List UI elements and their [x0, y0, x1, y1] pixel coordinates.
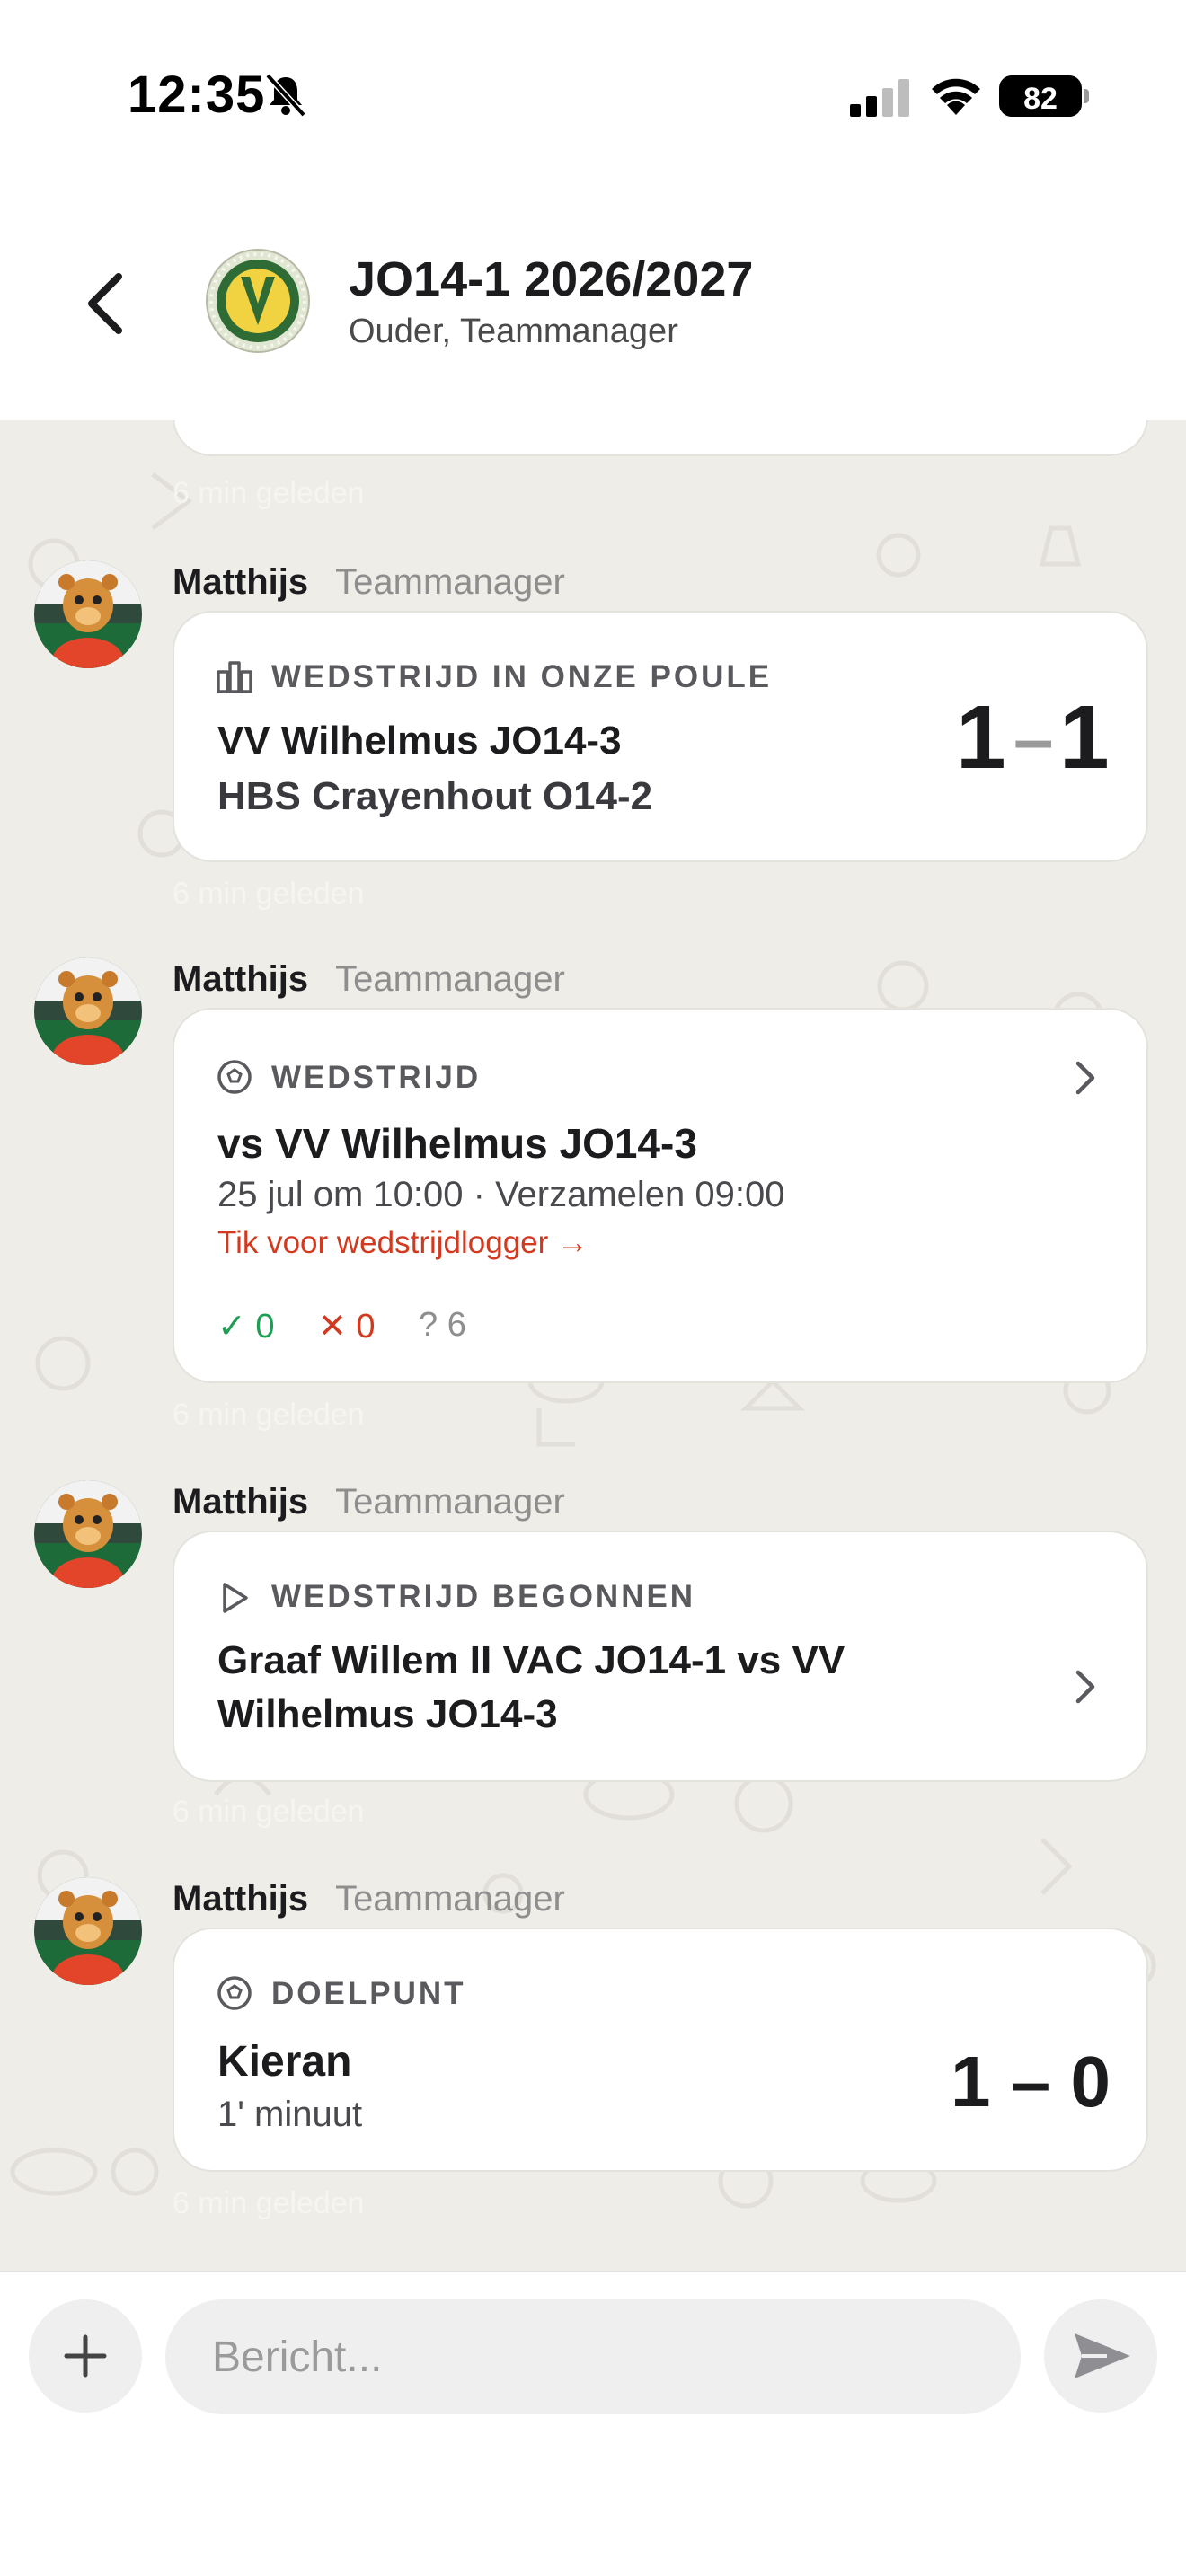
match-datetime: 25 jul om 10:00 · Verzamelen 09:00: [217, 1175, 785, 1214]
plus-icon: [64, 2334, 107, 2378]
team-title: JO14-1 2026/2027: [349, 252, 754, 306]
previous-message-card[interactable]: [173, 420, 1148, 456]
home-team: VV Wilhelmus JO14-3: [217, 719, 622, 763]
match-title: vs VV Wilhelmus JO14-3: [217, 1120, 697, 1167]
message-sender: Matthijs Teammanager: [173, 1879, 565, 1919]
add-attachment-button[interactable]: [29, 2299, 142, 2413]
chat-header: JO14-1 2026/2027 Ouder, Teammanager: [0, 180, 1186, 420]
goal-card[interactable]: DOELPUNT Kieran 1' minuut 1 – 0: [173, 1928, 1148, 2172]
match-title-line2: Wilhelmus JO14-3: [217, 1692, 558, 1736]
team-logo: [206, 249, 310, 353]
mascot-avatar-icon: [34, 560, 142, 668]
score-home: 1: [956, 687, 1006, 788]
soccer-ball-icon: [217, 1060, 252, 1094]
message-time: 6 min geleden: [173, 1795, 365, 1829]
match-title-line1: Graaf Willem II VAC JO14-1 vs VV: [217, 1638, 845, 1682]
sender-name: Matthijs: [173, 562, 309, 602]
chevron-right-icon[interactable]: [1073, 1667, 1098, 1707]
avatar[interactable]: [34, 560, 142, 668]
battery-cap: [1084, 89, 1089, 103]
away-team: HBS Crayenhout O14-2: [217, 774, 653, 818]
battery-indicator: 82: [999, 75, 1082, 117]
sender-role: Teammanager: [335, 1482, 565, 1522]
sender-role: Teammanager: [335, 959, 565, 999]
poule-match-card[interactable]: WEDSTRIJD IN ONZE POULE VV Wilhelmus JO1…: [173, 611, 1148, 862]
cellular-signal-icon: [850, 79, 909, 117]
goal-score: 1 – 0: [951, 2042, 1111, 2122]
card-type-label: DOELPUNT: [271, 1976, 466, 2011]
rsvp-maybe-count: ? 6: [419, 1306, 466, 1344]
sender-name: Matthijs: [173, 1879, 309, 1919]
soccer-ball-icon: [217, 1976, 252, 2010]
rsvp-yes-count: ✓ 0: [217, 1308, 275, 1345]
team-role: Ouder, Teammanager: [349, 313, 678, 350]
message-input[interactable]: [165, 2299, 1021, 2414]
card-type-label: WEDSTRIJD IN ONZE POULE: [271, 659, 773, 694]
message-sender: Matthijs Teammanager: [173, 1482, 565, 1522]
message-time: 6 min geleden: [173, 476, 365, 510]
send-icon: [1075, 2333, 1130, 2378]
send-button[interactable]: [1044, 2299, 1157, 2413]
mascot-avatar-icon: [34, 957, 142, 1065]
sender-role: Teammanager: [335, 1879, 565, 1919]
mascot-avatar-icon: [34, 1877, 142, 1985]
wifi-icon: [932, 78, 980, 115]
avatar[interactable]: [34, 1877, 142, 1985]
status-time: 12:35: [128, 66, 266, 124]
score-separator: –: [1013, 699, 1054, 779]
card-type-label: WEDSTRIJD BEGONNEN: [271, 1579, 696, 1614]
goal-minute: 1' minuut: [217, 2095, 363, 2134]
status-bar: 12:35 82: [0, 0, 1186, 180]
match-started-card[interactable]: WEDSTRIJD BEGONNEN Graaf Willem II VAC J…: [173, 1531, 1148, 1782]
chevron-right-icon[interactable]: [1073, 1058, 1098, 1098]
message-composer: [0, 2271, 1186, 2576]
sender-name: Matthijs: [173, 959, 309, 999]
goal-scorer: Kieran: [217, 2038, 352, 2086]
message-sender: Matthijs Teammanager: [173, 562, 565, 603]
bell-muted-icon: [265, 73, 306, 118]
sender-name: Matthijs: [173, 1482, 309, 1522]
avatar[interactable]: [34, 1480, 142, 1588]
message-time: 6 min geleden: [173, 877, 365, 911]
chat-feed[interactable]: 6 min geleden Matthijs Teammanager WEDSTR…: [0, 420, 1186, 2271]
match-logger-link[interactable]: Tik voor wedstrijdlogger →: [217, 1225, 589, 1261]
avatar[interactable]: [34, 957, 142, 1065]
mascot-avatar-icon: [34, 1480, 142, 1588]
message-time: 6 min geleden: [173, 1398, 365, 1432]
stadium-icon: [217, 661, 252, 693]
message-time: 6 min geleden: [173, 2186, 365, 2220]
back-chevron-icon[interactable]: [83, 271, 129, 336]
match-card[interactable]: WEDSTRIJD vs VV Wilhelmus JO14-3 25 jul …: [173, 1008, 1148, 1383]
play-icon: [223, 1583, 248, 1613]
rsvp-no-count: ✕ 0: [318, 1308, 376, 1345]
sender-role: Teammanager: [335, 562, 565, 602]
score-away: 1: [1059, 687, 1110, 788]
card-type-label: WEDSTRIJD: [271, 1060, 482, 1095]
message-sender: Matthijs Teammanager: [173, 959, 565, 1000]
